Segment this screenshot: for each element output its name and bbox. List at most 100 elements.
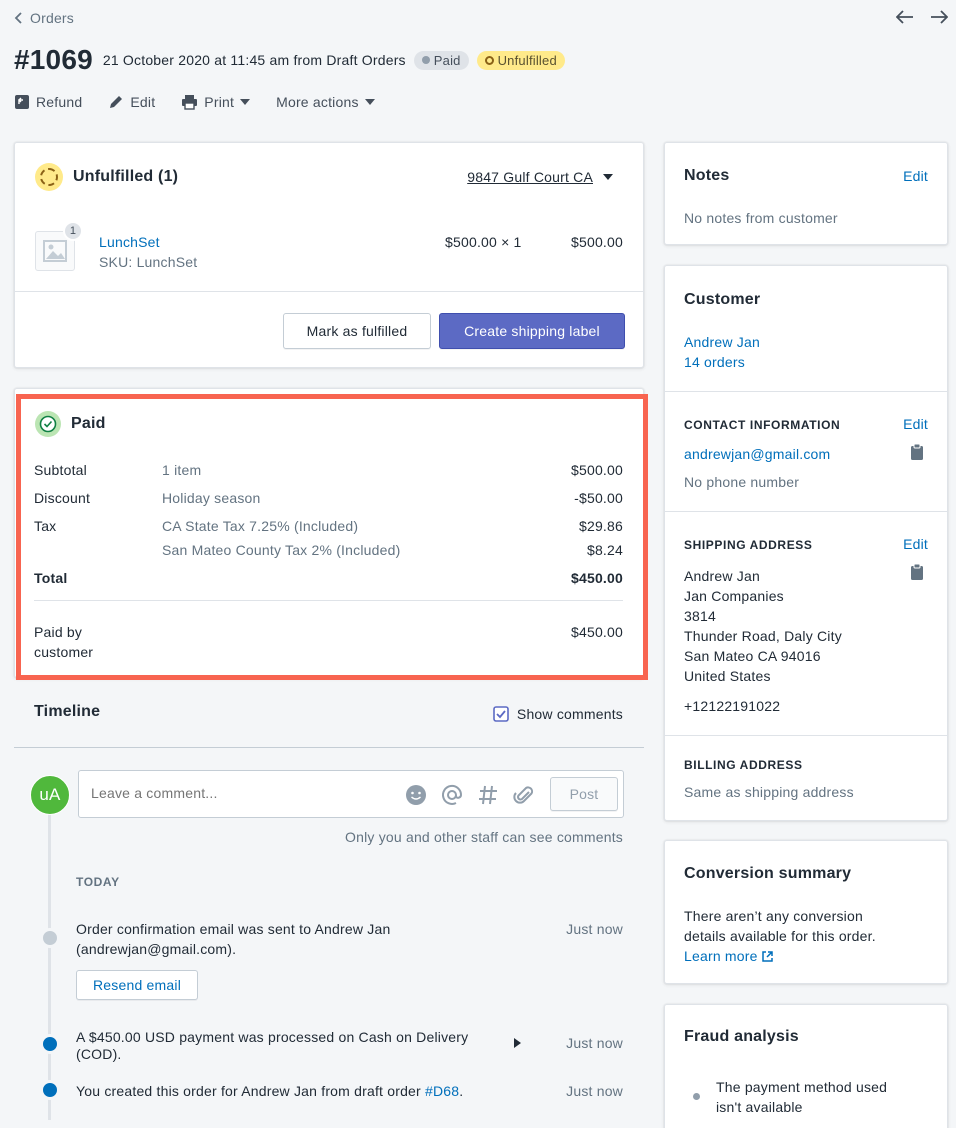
customer-card: Customer Andrew Jan 14 orders CONTACT IN… [664, 265, 948, 821]
shipping-edit-link[interactable]: Edit [903, 536, 928, 552]
product-link[interactable]: LunchSet [99, 234, 160, 250]
item-total: $500.00 [570, 234, 623, 250]
avatar: uA [30, 775, 70, 815]
shipping-address-line: Thunder Road, Daly City [684, 628, 842, 644]
refund-icon [15, 95, 29, 109]
shipping-address: Andrew Jan Jan Companies 3814 Thunder Ro… [684, 566, 842, 686]
clipboard-icon[interactable] [911, 563, 923, 583]
event-3-text: You created this order for Andrew Jan fr… [76, 1083, 463, 1099]
location-label: 9847 Gulf Court CA [467, 169, 593, 185]
shipping-address-line: 3814 [684, 608, 716, 624]
comment-input[interactable] [91, 785, 391, 801]
billing-address-title: BILLING ADDRESS [684, 758, 803, 772]
back-label: Orders [30, 10, 74, 26]
event-3-time: Just now [566, 1083, 623, 1099]
timeline-title: Timeline [34, 703, 101, 720]
contact-info-title: CONTACT INFORMATION [684, 418, 841, 432]
caret-down-icon [603, 174, 613, 180]
notes-title: Notes [684, 167, 730, 184]
shipping-address-line: Jan Companies [684, 588, 784, 604]
printer-icon [182, 95, 198, 110]
fraud-title: Fraud analysis [684, 1028, 799, 1045]
tax-label: Tax [34, 518, 57, 534]
discount-label: Discount [34, 490, 91, 506]
edit-label: Edit [130, 94, 156, 110]
hashtag-icon[interactable] [477, 784, 499, 809]
event-3-line: You created this order for Andrew Jan fr… [76, 1083, 425, 1099]
event-2-line2: (COD). [76, 1046, 122, 1062]
paid-by-line2: customer [34, 644, 94, 660]
mark-fulfilled-button[interactable]: Mark as fulfilled [283, 313, 431, 349]
total-label: Total [34, 570, 68, 586]
clipboard-icon[interactable] [911, 443, 923, 463]
mention-icon[interactable] [441, 784, 463, 809]
unfulfilled-badge-label: Unfulfilled [497, 52, 557, 68]
resend-email-button[interactable]: Resend email [76, 970, 198, 1000]
emoji-icon[interactable] [405, 784, 427, 809]
quantity-badge: 1 [63, 221, 83, 241]
location-selector[interactable]: 9847 Gulf Court CA [467, 169, 613, 185]
unfulfilled-icon [35, 163, 63, 191]
back-to-orders-link[interactable]: Orders [14, 10, 74, 26]
learn-more-label: Learn more [684, 948, 758, 964]
paid-badge-label: Paid [433, 52, 461, 68]
billing-address-body: Same as shipping address [684, 784, 854, 800]
fraud-line2: isn't available [716, 1099, 803, 1115]
chevron-left-icon [14, 12, 22, 24]
print-label: Print [204, 94, 235, 110]
fulfillment-card: Unfulfilled (1) 9847 Gulf Court CA 1 Lun… [14, 142, 644, 368]
arrow-left-icon[interactable] [895, 8, 914, 29]
event-2-line1: A $450.00 USD payment was processed on C… [76, 1029, 469, 1045]
draft-order-link[interactable]: #D68 [425, 1083, 459, 1099]
refund-button[interactable]: Refund [14, 94, 82, 110]
subtotal-amount: $500.00 [570, 462, 623, 478]
tax-desc-state: CA State Tax 7.25% (Included) [162, 518, 359, 534]
unfulfilled-badge: Unfulfilled [476, 50, 565, 70]
event-3-suffix: . [459, 1083, 464, 1099]
status-dot-icon [421, 56, 430, 64]
order-meta: 21 October 2020 at 11:45 am from Draft O… [102, 52, 406, 68]
post-button[interactable]: Post [550, 777, 618, 811]
conversion-line1: There aren’t any conversion [684, 908, 863, 924]
customer-email-link[interactable]: andrewjan@gmail.com [684, 446, 830, 462]
subtotal-label: Subtotal [34, 462, 87, 478]
notes-edit-link[interactable]: Edit [903, 168, 928, 184]
arrow-right-icon[interactable] [930, 8, 949, 29]
payment-highlight: Paid Subtotal 1 item $500.00 Discount Ho… [16, 394, 648, 680]
more-actions-label: More actions [276, 94, 359, 110]
learn-more-link[interactable]: Learn more [684, 948, 773, 964]
customer-orders-link[interactable]: 14 orders [684, 354, 745, 370]
today-label: TODAY [76, 875, 120, 889]
paid-check-icon [35, 411, 61, 437]
more-actions-button[interactable]: More actions [276, 94, 375, 110]
customer-name-link[interactable]: Andrew Jan [684, 334, 760, 350]
checkbox-checked-icon [493, 706, 509, 722]
customer-title: Customer [684, 291, 761, 308]
caret-down-icon [240, 99, 251, 105]
create-shipping-label-button[interactable]: Create shipping label [439, 313, 625, 349]
timeline-dot [40, 1034, 60, 1054]
fraud-line1: The payment method used [716, 1079, 888, 1095]
image-placeholder-icon [43, 240, 67, 262]
discount-desc: Holiday season [162, 490, 261, 506]
caret-right-icon[interactable] [514, 1038, 521, 1048]
shipping-address-line: San Mateo CA 94016 [684, 648, 821, 664]
shipping-address-line: United States [684, 668, 771, 684]
contact-edit-link[interactable]: Edit [903, 416, 928, 432]
event-1-time: Just now [566, 921, 623, 937]
discount-amount: -$50.00 [574, 490, 623, 506]
external-link-icon [761, 950, 773, 962]
timeline-line [48, 800, 51, 1120]
customer-phone: No phone number [684, 474, 800, 490]
print-button[interactable]: Print [181, 94, 251, 110]
conversion-line2: details available for this order. [684, 928, 876, 944]
show-comments-checkbox[interactable]: Show comments [493, 706, 623, 722]
payment-title: Paid [71, 415, 106, 432]
edit-button[interactable]: Edit [108, 94, 155, 110]
item-price-qty: $500.00 × 1 [445, 234, 522, 250]
shipping-phone: +12122191022 [684, 698, 781, 714]
attachment-icon[interactable] [513, 784, 535, 809]
refund-label: Refund [36, 94, 83, 110]
event-1-line2: (andrewjan@gmail.com). [76, 941, 237, 957]
caret-down-icon [364, 99, 375, 105]
